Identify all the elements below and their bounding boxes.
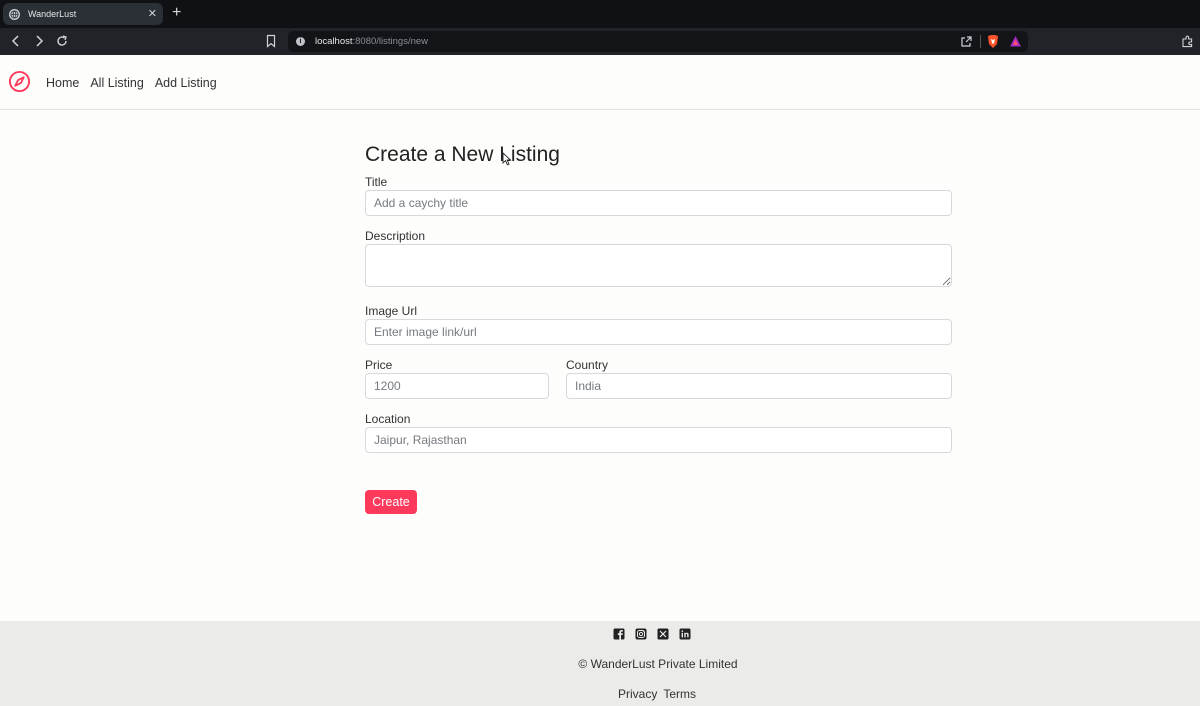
browser-tabstrip: WanderLust ✕ + (0, 0, 1200, 28)
copyright-text: © WanderLust Private Limited (578, 657, 738, 671)
instagram-icon[interactable] (635, 628, 647, 640)
nav-link-all-listing[interactable]: All Listing (90, 76, 144, 90)
reload-icon[interactable] (54, 33, 70, 49)
new-tab-icon[interactable]: + (172, 4, 181, 22)
title-label: Title (365, 175, 388, 189)
image-url-label: Image Url (365, 304, 418, 318)
country-label: Country (566, 358, 609, 372)
facebook-icon[interactable] (613, 628, 625, 640)
brave-rewards-icon[interactable] (1009, 35, 1022, 48)
price-country-row: Price Country (365, 357, 952, 399)
browser-tab[interactable]: WanderLust ✕ (3, 3, 163, 25)
info-icon[interactable]: i (296, 37, 305, 46)
location-input[interactable] (365, 427, 952, 453)
x-icon[interactable] (657, 628, 669, 640)
nav-link-home[interactable]: Home (46, 76, 79, 90)
create-button[interactable]: Create (365, 490, 417, 514)
back-icon[interactable] (8, 33, 24, 49)
extensions-icon[interactable] (1180, 34, 1194, 48)
page-title: Create a New Listing (365, 143, 560, 166)
site-footer: © WanderLust Private Limited Privacy Ter… (0, 621, 1200, 706)
close-tab-icon[interactable]: ✕ (148, 8, 157, 20)
description-label: Description (365, 229, 426, 243)
price-group: Price (365, 357, 549, 399)
site-navbar: Home All Listing Add Listing (0, 55, 1200, 110)
price-input[interactable] (365, 373, 549, 399)
image-url-input[interactable] (365, 319, 952, 345)
bookmark-icon[interactable] (264, 34, 278, 48)
mouse-cursor-icon (502, 152, 512, 166)
compass-icon[interactable] (8, 70, 31, 93)
brave-shields-icon[interactable] (986, 34, 1000, 49)
privacy-link[interactable]: Privacy (618, 687, 657, 701)
title-input[interactable] (365, 190, 952, 216)
share-icon[interactable] (960, 35, 973, 48)
social-links (613, 628, 691, 640)
url-text: localhost:8080/listings/new (315, 36, 429, 47)
terms-link[interactable]: Terms (663, 687, 696, 701)
globe-icon (9, 8, 20, 20)
nav-links: Home All Listing Add Listing (46, 76, 217, 90)
footer-links: Privacy Terms (618, 687, 696, 701)
forward-icon[interactable] (31, 33, 47, 49)
country-input[interactable] (566, 373, 952, 399)
nav-link-add-listing[interactable]: Add Listing (155, 76, 217, 90)
linkedin-icon[interactable] (679, 628, 691, 640)
country-group: Country (566, 357, 952, 399)
price-label: Price (365, 358, 393, 372)
address-bar[interactable]: i localhost:8080/listings/new (288, 31, 1028, 52)
browser-toolbar: i localhost:8080/listings/new (0, 28, 1200, 55)
tab-title: WanderLust (28, 9, 77, 19)
description-textarea[interactable] (365, 244, 952, 287)
new-listing-form: Create a New Listing Title Description I… (365, 142, 952, 453)
divider (980, 35, 981, 48)
location-label: Location (365, 412, 411, 426)
